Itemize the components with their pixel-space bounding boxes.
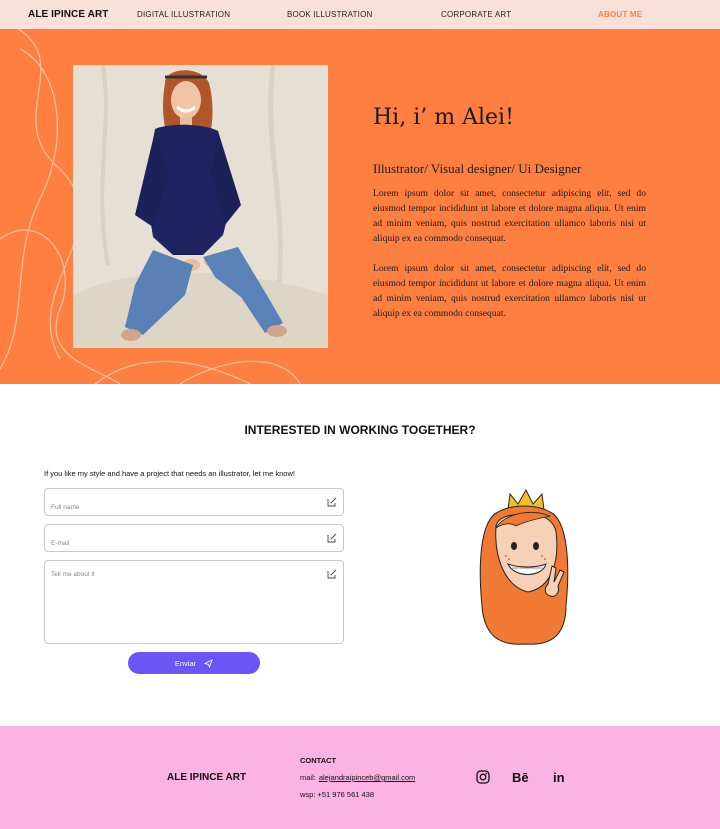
email-field bbox=[44, 524, 344, 552]
top-nav: ALE IPINCE ART DIGITAL ILLUSTRATION BOOK… bbox=[0, 0, 720, 29]
hero-role: Illustrator/ Visual designer/ Ui Designe… bbox=[373, 161, 582, 176]
contact-intro: If you like my style and have a project … bbox=[44, 469, 295, 478]
footer-mail: mail: alejandraipinceb@gmail.com bbox=[300, 773, 415, 782]
full-name-input[interactable] bbox=[45, 489, 343, 515]
edit-icon bbox=[327, 497, 337, 507]
footer-whatsapp: wsp: +51 976 561 438 bbox=[300, 790, 375, 799]
send-button-label: Enviar bbox=[174, 658, 197, 668]
behance-icon[interactable]: Bē bbox=[512, 770, 529, 785]
footer-mail-link[interactable]: alejandraipinceb@gmail.com bbox=[319, 773, 415, 782]
edit-icon bbox=[327, 569, 337, 579]
footer-mail-label: mail: bbox=[300, 773, 316, 782]
linkedin-icon[interactable]: in bbox=[553, 770, 565, 785]
hero-paragraph-1: Lorem ipsum dolor sit amet, consectetur … bbox=[373, 188, 646, 244]
nav-link-digital-illustration[interactable]: DIGITAL ILLUSTRATION bbox=[137, 10, 230, 19]
footer-logo[interactable]: ALE IPINCE ART bbox=[167, 772, 246, 783]
email-input[interactable] bbox=[45, 525, 343, 551]
avatar-illustration bbox=[479, 488, 569, 645]
nav-logo[interactable]: ALE IPINCE ART bbox=[28, 9, 108, 20]
hero-section: Hi, i’ m Alei! Illustrator/ Visual desig… bbox=[0, 29, 720, 384]
contact-section-title: INTERESTED IN WORKING TOGETHER? bbox=[244, 423, 476, 437]
message-field bbox=[44, 560, 344, 644]
footer-contact-title: CONTACT bbox=[300, 756, 337, 765]
nav-link-book-illustration[interactable]: BOOK ILLUSTRATION bbox=[287, 10, 373, 19]
nav-link-about-me[interactable]: ABOUT ME bbox=[598, 10, 642, 19]
profile-photo bbox=[73, 65, 328, 348]
full-name-field bbox=[44, 488, 344, 516]
hero-paragraph-2: Lorem ipsum dolor sit amet, consectetur … bbox=[373, 263, 646, 319]
send-button[interactable]: Enviar bbox=[128, 652, 260, 674]
send-icon bbox=[204, 658, 213, 668]
instagram-icon[interactable] bbox=[476, 770, 490, 784]
hero-greeting: Hi, i’ m Alei! bbox=[373, 105, 514, 130]
message-textarea[interactable] bbox=[45, 561, 343, 643]
footer: ALE IPINCE ART CONTACT mail: alejandraipi… bbox=[0, 726, 720, 829]
nav-link-corporate-art[interactable]: CORPORATE ART bbox=[441, 10, 511, 19]
edit-icon bbox=[327, 533, 337, 543]
